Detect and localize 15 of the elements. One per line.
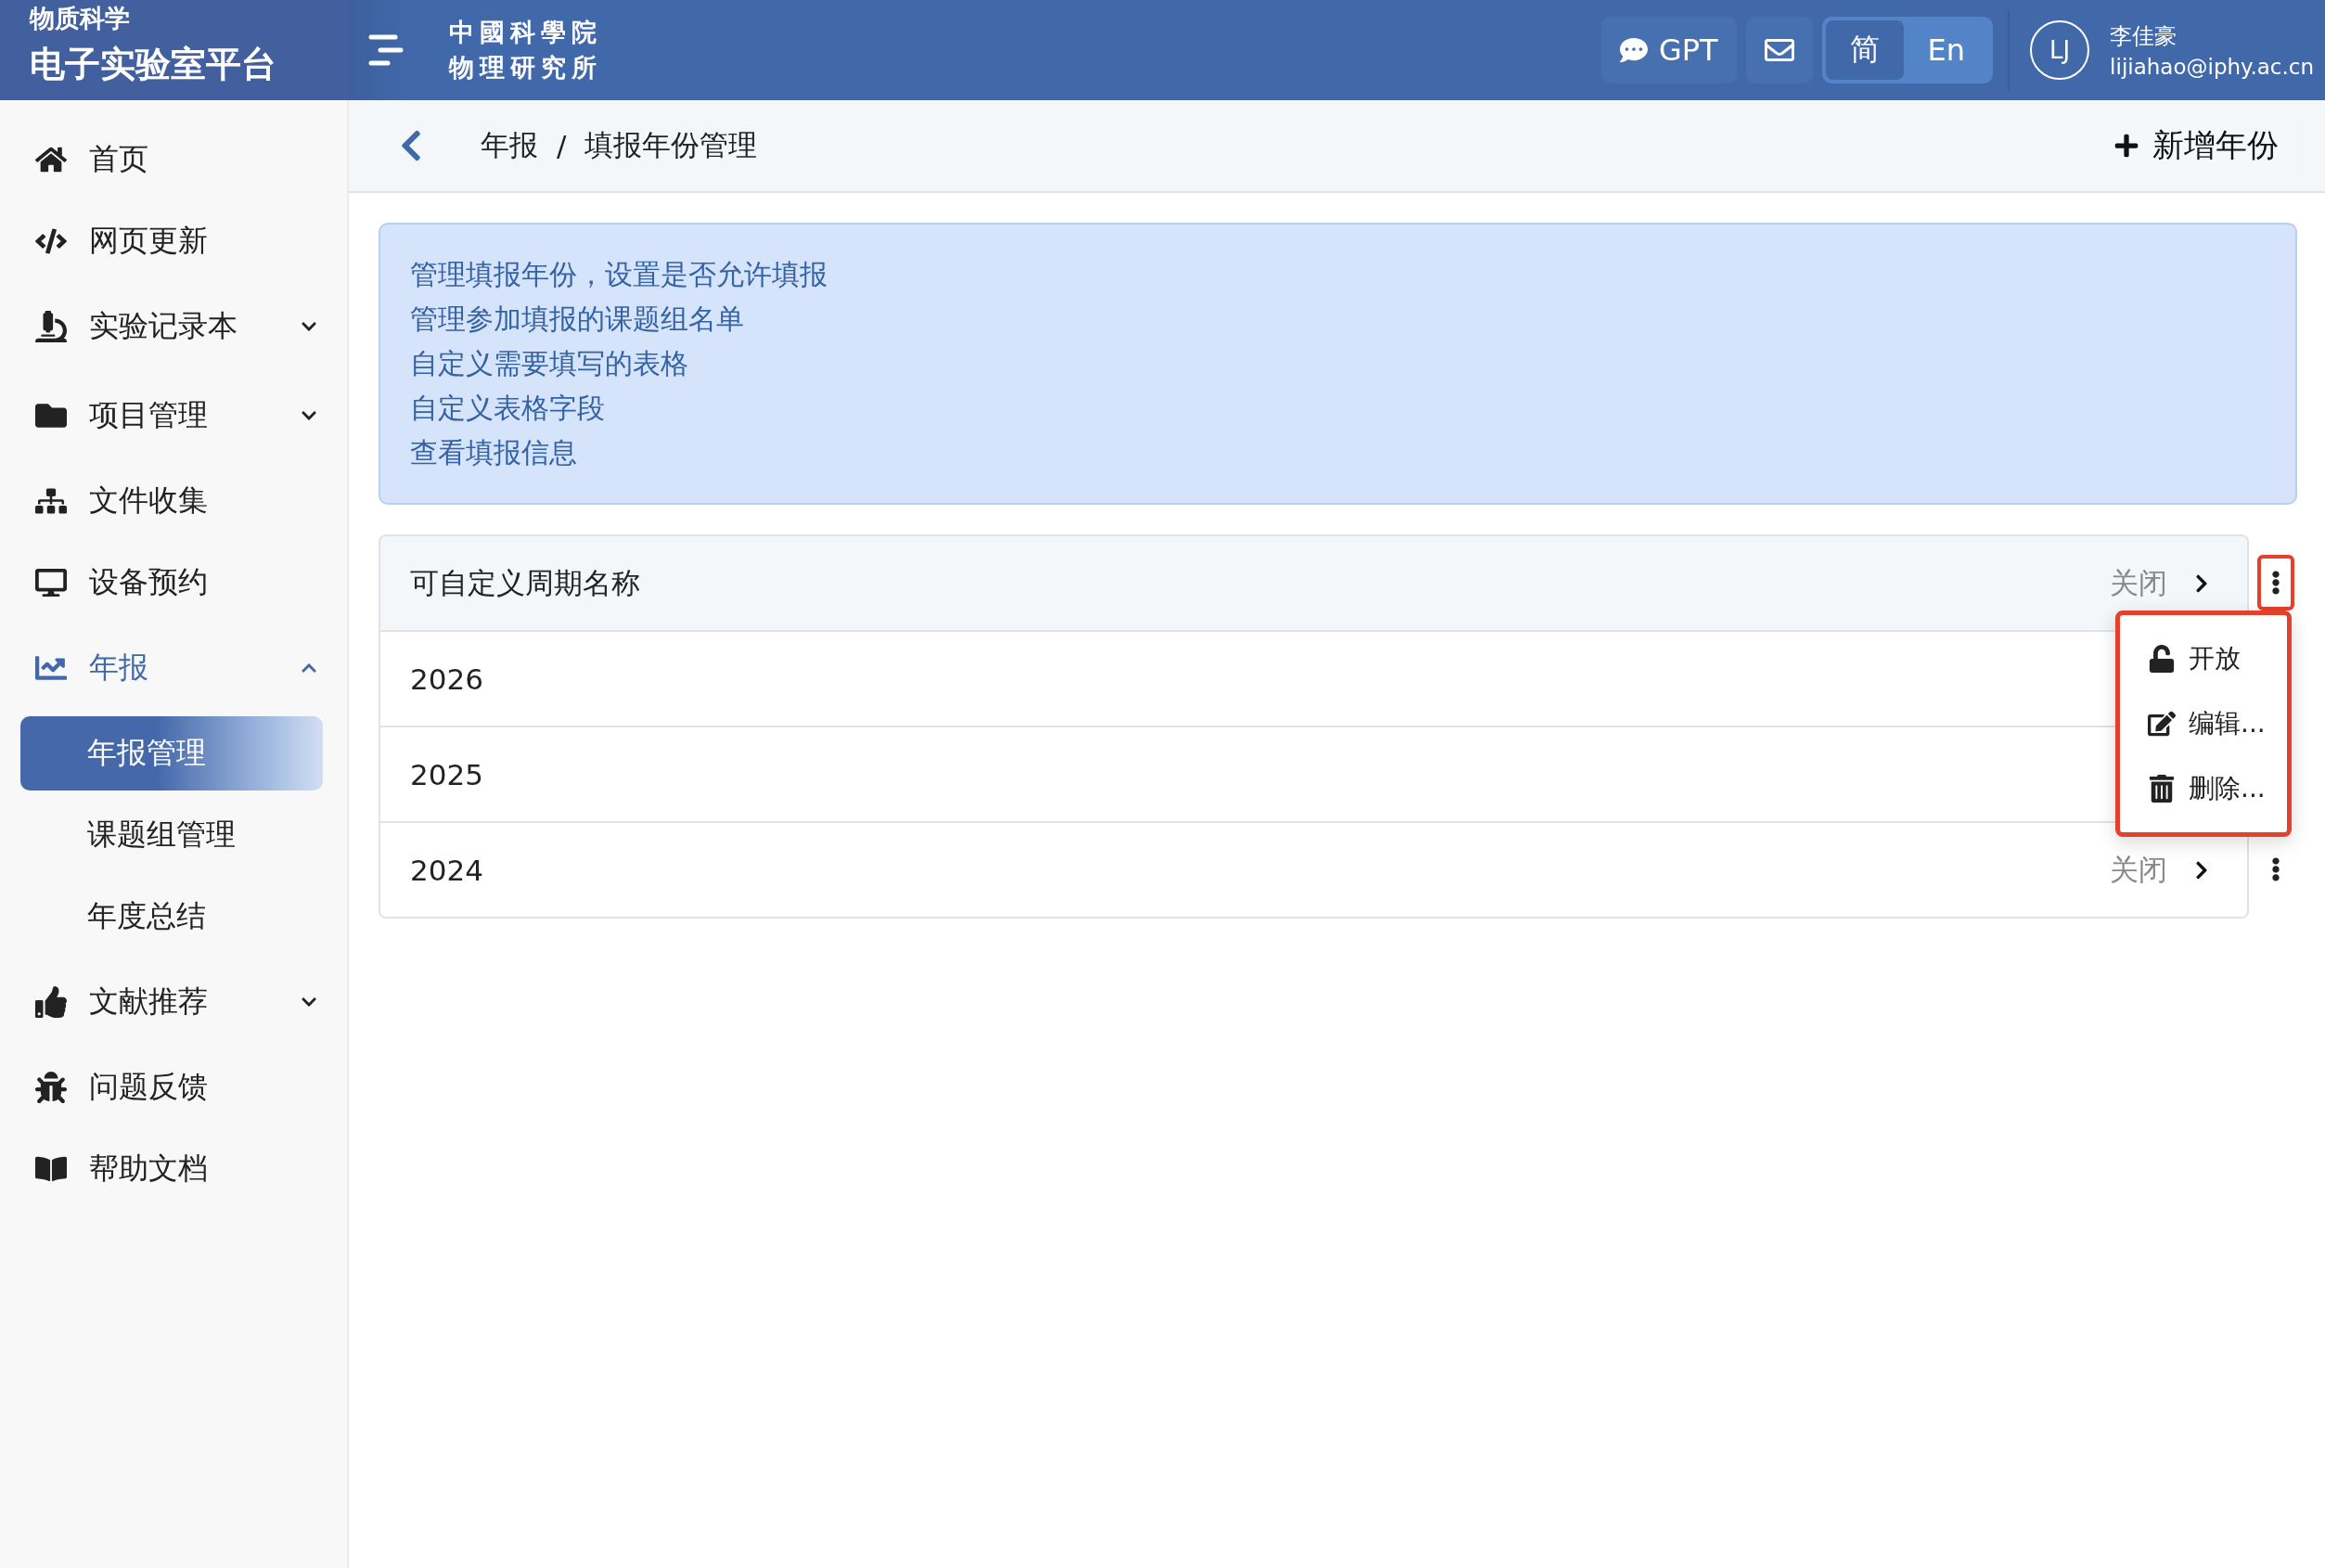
year-name: 2024 <box>410 853 483 887</box>
status-text: 关闭 <box>2110 851 2167 888</box>
year-name: 2026 <box>410 662 483 696</box>
institute-name: 中國科學院 <box>449 17 602 48</box>
user-email: lijiahao@iphy.ac.cn <box>2110 55 2314 79</box>
year-name: 可自定义周期名称 <box>410 564 640 601</box>
institute-name: 物理研究所 <box>449 52 602 84</box>
status-text: 关闭 <box>2110 564 2167 601</box>
year-name: 2025 <box>410 757 483 791</box>
breadcrumb-separator: / <box>557 129 567 162</box>
menu-item-label: 开放 <box>2189 642 2241 675</box>
brand-subtitle: 物质科学 <box>30 3 131 34</box>
brand-title: 电子实验室平台 <box>30 43 277 86</box>
user-name: 李佳豪 <box>2110 22 2178 51</box>
breadcrumb-item: 填报年份管理 <box>584 127 758 163</box>
